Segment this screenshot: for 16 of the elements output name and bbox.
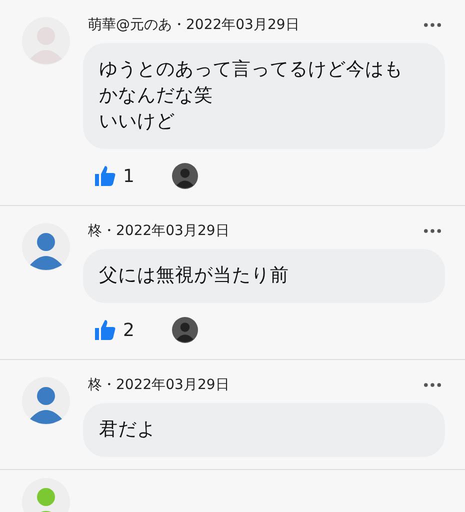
thumbs-up-icon	[93, 318, 117, 342]
message-text: いいけど	[99, 110, 176, 134]
more-icon[interactable]	[424, 229, 441, 233]
like-button[interactable]: 1	[93, 164, 134, 188]
more-icon[interactable]	[424, 23, 441, 27]
liker-avatar-icon[interactable]	[172, 317, 198, 343]
comment-header: 柊・2022年03月29日	[88, 222, 230, 240]
comment-header: 柊・2022年03月29日	[88, 376, 230, 394]
message-text: 父には無視が当たり前	[99, 264, 290, 288]
more-icon[interactable]	[424, 383, 441, 387]
message-text: 君だよ	[99, 418, 157, 442]
thumbs-up-icon	[93, 164, 117, 188]
liker-avatar-icon[interactable]	[172, 163, 198, 189]
like-button[interactable]: 2	[93, 318, 134, 342]
message-text: ゆうとのあって言ってるけど今はもかなんだな笑	[99, 58, 404, 108]
comment-header: 萌華@元のあ・2022年03月29日	[88, 16, 300, 34]
